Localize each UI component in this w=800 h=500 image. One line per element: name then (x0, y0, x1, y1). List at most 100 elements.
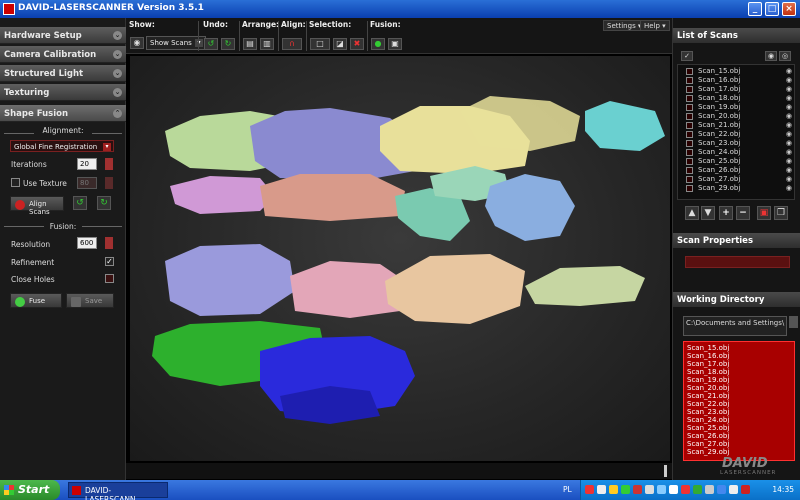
list-item[interactable]: Scan_18.obj (687, 368, 729, 376)
scan-checkbox[interactable] (686, 68, 693, 75)
list-item[interactable]: Scan_20.obj ◉ (678, 112, 796, 121)
minimize-button[interactable]: _ (748, 2, 762, 16)
add-scan-icon[interactable]: + (719, 206, 733, 220)
list-item[interactable]: Scan_24.obj ◉ (678, 148, 796, 157)
tray-antivirus-icon[interactable] (681, 485, 690, 494)
eye-icon[interactable]: ◉ (786, 112, 792, 120)
check-all-icon[interactable]: ✓ (681, 51, 693, 61)
scan-checkbox[interactable] (686, 167, 693, 174)
scan-checkbox[interactable] (686, 176, 693, 183)
scan-checkbox[interactable] (686, 149, 693, 156)
resolution-spinner[interactable] (105, 237, 113, 249)
selection-rect-icon[interactable]: □ (310, 38, 330, 50)
fuse-button[interactable]: Fuse (10, 293, 62, 308)
eye-icon[interactable]: ◉ (786, 67, 792, 75)
scrollbar-thumb[interactable] (664, 465, 667, 477)
list-item[interactable]: Scan_17.obj (687, 360, 729, 368)
list-item[interactable]: Scan_23.obj (687, 408, 729, 416)
start-button[interactable]: Start (0, 480, 60, 500)
language-indicator[interactable]: PL (563, 485, 572, 494)
list-item[interactable]: Scan_24.obj (687, 416, 729, 424)
list-item[interactable]: Scan_19.obj ◉ (678, 103, 796, 112)
scan-checkbox[interactable] (686, 185, 693, 192)
save-icon[interactable]: ▣ (388, 38, 402, 50)
texture-spinner[interactable] (105, 177, 113, 189)
scan-checkbox[interactable] (686, 104, 693, 111)
section-camera-calibration[interactable]: Camera Calibration ⌄ (0, 46, 126, 63)
list-item[interactable]: Scan_22.obj (687, 400, 729, 408)
maximize-button[interactable]: □ (765, 2, 779, 16)
section-texturing[interactable]: Texturing ⌄ (0, 84, 126, 101)
working-directory-path[interactable]: C:\Documents and Settings\ (683, 316, 787, 336)
scan-checkbox[interactable] (686, 140, 693, 147)
scan-checkbox[interactable] (686, 77, 693, 84)
clock[interactable]: 14:35 (772, 485, 794, 494)
list-item[interactable]: Scan_23.obj ◉ (678, 139, 796, 148)
tray-chat-icon[interactable] (693, 485, 702, 494)
eye-icon[interactable]: ◉ (786, 103, 792, 111)
list-item[interactable]: Scan_27.obj (687, 440, 729, 448)
use-texture-checkbox[interactable] (11, 178, 20, 187)
scan-checkbox[interactable] (686, 122, 693, 129)
scan-checkbox[interactable] (686, 113, 693, 120)
tray-network-icon[interactable] (597, 485, 606, 494)
list-item[interactable]: Scan_25.obj (687, 424, 729, 432)
list-item[interactable]: Scan_26.obj ◉ (678, 166, 796, 175)
eraser-icon[interactable]: ◪ (333, 38, 347, 50)
delete-icon[interactable]: ✖ (350, 38, 364, 50)
tray-update-icon[interactable] (621, 485, 630, 494)
eye-icon[interactable]: ◉ (786, 121, 792, 129)
list-item[interactable]: Scan_19.obj (687, 376, 729, 384)
list-item[interactable]: Scan_18.obj ◉ (678, 94, 796, 103)
tray-app-icon[interactable] (585, 485, 594, 494)
eye-all-icon[interactable]: ◎ (779, 51, 791, 61)
close-button[interactable]: × (782, 2, 796, 16)
file-list[interactable]: Scan_15.obj Scan_16.obj Scan_17.obj Scan… (683, 341, 795, 461)
close-holes-checkbox[interactable] (105, 274, 114, 283)
tray-misc-icon[interactable] (741, 485, 750, 494)
eye-icon[interactable]: ◉ (786, 175, 792, 183)
eye-icon[interactable]: ◉ (786, 148, 792, 156)
tray-printer-icon[interactable] (705, 485, 714, 494)
move-up-icon[interactable]: ▲ (685, 206, 699, 220)
move-down-icon[interactable]: ▼ (701, 206, 715, 220)
eye-icon[interactable]: ◉ (786, 139, 792, 147)
eye-icon[interactable]: ◉ (786, 76, 792, 84)
scan-checkbox[interactable] (686, 86, 693, 93)
tray-bluetooth-icon[interactable] (717, 485, 726, 494)
eye-toggle-icon[interactable]: ◉ (765, 51, 777, 61)
list-item[interactable]: Scan_16.obj ◉ (678, 76, 796, 85)
taskbar-item-david[interactable]: DAVID-LASERSCANN... (68, 482, 168, 500)
scan-checkbox[interactable] (686, 158, 693, 165)
tray-alert-icon[interactable] (633, 485, 642, 494)
alignment-method-select[interactable]: Global Fine Registration ▾ (10, 140, 114, 152)
scan-list[interactable]: Scan_15.obj ◉ Scan_16.obj ◉ Scan_17.obj ◉ S… (677, 64, 795, 200)
eye-icon[interactable]: ◉ (786, 157, 792, 165)
list-item[interactable]: Scan_15.obj (687, 344, 729, 352)
undo-icon[interactable]: ↺ (73, 196, 87, 210)
browse-folder-icon[interactable] (789, 316, 798, 328)
eye-icon[interactable]: ◉ (786, 130, 792, 138)
list-item[interactable]: Scan_21.obj (687, 392, 729, 400)
iterations-spinner[interactable] (105, 158, 113, 170)
tray-volume-icon[interactable] (645, 485, 654, 494)
section-hardware-setup[interactable]: Hardware Setup ⌄ (0, 27, 126, 44)
list-item[interactable]: Scan_29.obj ◉ (678, 184, 796, 193)
eye-icon[interactable]: ◉ (786, 85, 792, 93)
list-item[interactable]: Scan_17.obj ◉ (678, 85, 796, 94)
undo-icon[interactable]: ↺ (204, 38, 218, 50)
redo-icon[interactable]: ↻ (221, 38, 235, 50)
arrange-row-icon[interactable]: ▥ (260, 38, 274, 50)
section-structured-light[interactable]: Structured Light ⌄ (0, 65, 126, 82)
list-item[interactable]: Scan_21.obj ◉ (678, 121, 796, 130)
align-scans-button[interactable]: Align Scans (10, 196, 64, 216)
list-item[interactable]: Scan_26.obj (687, 432, 729, 440)
list-item[interactable]: Scan_15.obj ◉ (678, 67, 796, 76)
tray-usb-icon[interactable] (669, 485, 678, 494)
3d-viewport[interactable] (130, 56, 670, 461)
eye-icon[interactable]: ◉ (786, 184, 792, 192)
list-item[interactable]: Scan_25.obj ◉ (678, 157, 796, 166)
eye-icon[interactable]: ◉ (130, 37, 144, 49)
list-item[interactable]: Scan_22.obj ◉ (678, 130, 796, 139)
eye-icon[interactable]: ◉ (786, 94, 792, 102)
